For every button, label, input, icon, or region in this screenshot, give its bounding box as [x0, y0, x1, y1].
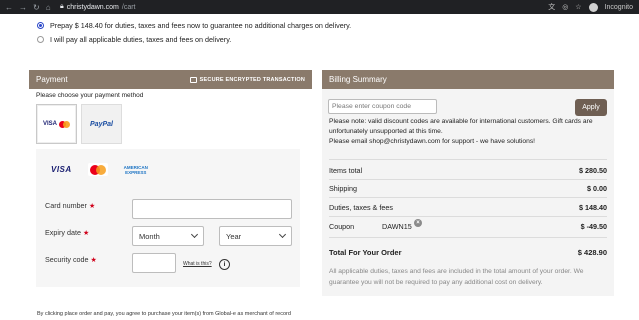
coupon-placeholder: Please enter coupon code — [332, 103, 411, 110]
star-icon[interactable]: ☆ — [575, 3, 581, 11]
billing-title: Billing Summary — [329, 75, 387, 84]
address-bar[interactable]: 🔒︎ christydawn.com/cart — [60, 3, 136, 11]
card-number-label-text: Card number — [45, 201, 87, 210]
reload-icon[interactable]: ↻ — [33, 3, 40, 12]
amex-logo: AMERICAN EXPRESS — [124, 165, 148, 175]
expiry-date-label: Expiry date ★ — [45, 228, 89, 237]
chevron-down-icon — [190, 230, 199, 239]
url-path: /cart — [121, 3, 136, 11]
duties-prepay-label: Prepay $ 148.40 for duties, taxes and fe… — [50, 21, 352, 30]
shipping-amount: $ 0.00 — [587, 184, 607, 193]
coupon-note-line: unfortunately unsupported at this time. — [329, 128, 443, 135]
radio-selected-icon[interactable] — [37, 22, 44, 29]
what-is-this-link[interactable]: What is this? — [183, 261, 212, 267]
summary-row-items: Items total $ 280.50 — [329, 166, 607, 175]
duties-pay-later-label: I will pay all applicable duties, taxes … — [50, 35, 232, 44]
security-code-label: Security code ★ — [45, 255, 97, 264]
support-email-line: Please email shop@christydawn.com for su… — [329, 138, 536, 145]
total-label: Total For Your Order — [329, 248, 402, 257]
browser-actions: 文 ◎ ☆ Incognito — [548, 2, 639, 12]
eye-off-icon[interactable]: ◎ — [562, 3, 568, 11]
accepted-cards: VISA AMERICAN EXPRESS — [51, 163, 148, 176]
radio-unselected-icon[interactable] — [37, 36, 44, 43]
coupon-input[interactable]: Please enter coupon code — [328, 99, 437, 114]
coupon-amount: $ -49.50 — [580, 222, 607, 231]
home-icon[interactable]: ⌂ — [46, 3, 51, 12]
card-number-label: Card number ★ — [45, 201, 95, 210]
summary-row-total: Total For Your Order $ 428.90 — [329, 248, 607, 257]
month-value: Month — [139, 231, 160, 241]
summary-row-duties: Duties, taxes & fees $ 148.40 — [329, 203, 607, 212]
chevron-down-icon — [278, 230, 287, 239]
security-code-input[interactable] — [132, 253, 176, 273]
divider — [329, 237, 607, 238]
browser-toolbar: ← → ↻ ⌂ 🔒︎ christydawn.com/cart 文 ◎ ☆ In… — [0, 0, 639, 14]
lock-icon — [189, 76, 197, 83]
items-total-label: Items total — [329, 166, 363, 175]
duties-fine-print: All applicable duties, taxes and fees ar… — [329, 268, 584, 275]
coupon-label: Coupon — [329, 222, 355, 231]
duties-amount: $ 148.40 — [579, 203, 607, 212]
divider — [329, 179, 607, 180]
items-total-amount: $ 280.50 — [579, 166, 607, 175]
duties-fine-print: guarantee you will not be required to pa… — [329, 279, 543, 286]
remove-coupon-icon[interactable]: × — [414, 219, 422, 227]
forward-icon[interactable]: → — [19, 3, 27, 12]
year-value: Year — [226, 231, 242, 241]
required-star-icon: ★ — [90, 257, 97, 264]
info-icon[interactable]: i — [219, 259, 230, 270]
payment-method-prompt: Please choose your payment method — [36, 92, 144, 99]
total-amount: $ 428.90 — [577, 248, 607, 257]
duties-prepay-option[interactable]: Prepay $ 148.40 for duties, taxes and fe… — [37, 21, 351, 30]
mastercard-icon — [59, 120, 70, 128]
expiry-label-text: Expiry date — [45, 228, 81, 237]
payment-title: Payment — [36, 75, 68, 84]
profile-label: Incognito — [604, 3, 633, 11]
merchant-note: By clicking place order and pay, you agr… — [37, 311, 291, 317]
expiry-month-select[interactable]: Month — [132, 226, 204, 246]
visa-logo: VISA — [42, 121, 57, 127]
duties-label: Duties, taxes & fees — [329, 203, 393, 212]
paypal-logo: PayPal — [90, 120, 113, 128]
translate-icon[interactable]: 文 — [548, 2, 555, 12]
url-domain: christydawn.com — [66, 3, 119, 11]
incognito-avatar-icon[interactable] — [588, 2, 598, 12]
billing-header: Billing Summary — [322, 70, 614, 89]
amex-line2: EXPRESS — [125, 169, 147, 175]
coupon-note-line: Please note: valid discount codes are av… — [329, 118, 593, 125]
payment-method-card[interactable]: VISA — [36, 104, 77, 144]
divider — [329, 197, 607, 198]
summary-row-coupon: Coupon $ -49.50 — [329, 222, 607, 231]
back-icon[interactable]: ← — [5, 3, 13, 12]
summary-row-shipping: Shipping $ 0.00 — [329, 184, 607, 193]
expiry-year-select[interactable]: Year — [219, 226, 292, 246]
lock-icon: 🔒︎ — [60, 3, 64, 10]
payment-header: Payment SECURE ENCRYPTED TRANSACTION — [29, 70, 312, 89]
nav-buttons: ← → ↻ ⌂ — [0, 3, 60, 12]
duties-pay-later-option[interactable]: I will pay all applicable duties, taxes … — [37, 35, 231, 44]
apply-coupon-button[interactable]: Apply — [575, 99, 607, 116]
mastercard-icon — [87, 163, 108, 176]
security-label-text: Security code — [45, 255, 89, 264]
divider — [329, 159, 607, 160]
visa-logo: VISA — [51, 165, 72, 174]
card-number-input[interactable] — [132, 199, 292, 219]
payment-method-paypal[interactable]: PayPal — [81, 104, 122, 144]
applied-coupon-code: DAWN15 — [382, 222, 412, 231]
divider — [329, 216, 607, 217]
required-star-icon: ★ — [82, 230, 90, 237]
secure-transaction-label: SECURE ENCRYPTED TRANSACTION — [199, 76, 305, 83]
secure-transaction-badge: SECURE ENCRYPTED TRANSACTION — [189, 76, 305, 83]
required-star-icon: ★ — [88, 203, 96, 210]
shipping-label: Shipping — [329, 184, 357, 193]
